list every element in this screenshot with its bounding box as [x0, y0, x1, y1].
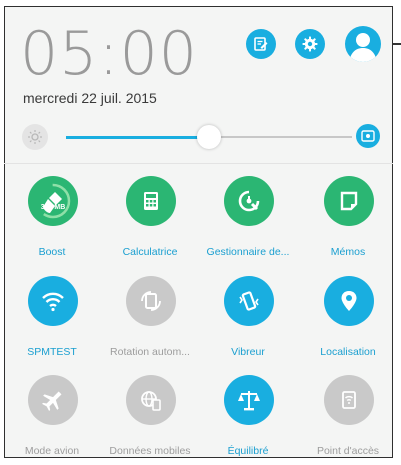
settings-button[interactable] — [295, 29, 325, 59]
vibrate-icon — [239, 291, 259, 311]
user-icon — [349, 33, 377, 62]
clock: 05:00 — [20, 19, 198, 89]
user-avatar[interactable] — [345, 26, 381, 62]
edit-icon — [254, 37, 268, 51]
tile-button[interactable] — [28, 276, 78, 326]
tile-label: SPMTEST — [27, 346, 77, 358]
tile-button[interactable] — [224, 375, 274, 425]
auto-brightness-icon — [361, 130, 375, 142]
tile-mobile-data[interactable]: Données mobiles — [102, 375, 198, 465]
tile-vibrate[interactable]: Vibreur — [200, 276, 296, 366]
auto-brightness-button[interactable] — [356, 124, 380, 148]
tile-label: Point d'accès — [316, 445, 380, 457]
mobile-data-icon — [141, 391, 161, 411]
task-manager-icon — [238, 190, 260, 212]
divider — [4, 163, 393, 164]
tile-button[interactable] — [224, 176, 274, 226]
tile-label: Mode avion — [24, 445, 80, 457]
edge-tick — [393, 43, 401, 45]
tile-hotspot[interactable]: Point d'accès — [300, 375, 396, 465]
tile-label: Gestionnaire de... — [206, 246, 290, 258]
location-icon — [341, 291, 357, 311]
brightness-track — [209, 136, 352, 138]
settings-icon — [302, 36, 318, 52]
tile-button[interactable]: 314 MB — [28, 176, 78, 226]
hotspot-icon — [342, 391, 356, 409]
tile-button[interactable] — [126, 176, 176, 226]
tile-task-manager[interactable]: Gestionnaire de... — [200, 176, 296, 266]
wifi-icon — [42, 292, 64, 312]
tile-label: Calculatrice — [122, 246, 178, 258]
tile-label: Rotation autom... — [110, 346, 190, 358]
tile-button[interactable] — [324, 176, 374, 226]
balance-icon — [238, 391, 260, 411]
tile-rotation[interactable]: Rotation autom... — [102, 276, 198, 366]
tile-location[interactable]: Localisation — [300, 276, 396, 366]
date-label: mercredi 22 juil. 2015 — [23, 90, 157, 106]
tile-label: Mémos — [330, 246, 366, 258]
boost-memory-badge: 314 MB — [40, 204, 66, 211]
tile-airplane[interactable]: Mode avion — [4, 375, 100, 465]
tile-label: Localisation — [320, 346, 376, 358]
brightness-thumb[interactable] — [197, 125, 221, 149]
brightness-slider[interactable] — [22, 124, 380, 150]
memo-icon — [340, 191, 358, 211]
tile-broom[interactable]: 314 MB Boost — [4, 176, 100, 266]
tile-label: Équilibré — [227, 445, 269, 457]
rotation-icon — [141, 291, 161, 311]
tile-label: Données mobiles — [109, 445, 191, 457]
broom-icon — [35, 183, 71, 219]
tile-button[interactable] — [224, 276, 274, 326]
tile-button[interactable] — [324, 375, 374, 425]
airplane-icon — [42, 391, 62, 411]
tile-balance[interactable]: Équilibré — [200, 375, 296, 465]
brightness-sun-icon — [22, 124, 48, 150]
tile-button[interactable] — [324, 276, 374, 326]
tile-button[interactable] — [28, 375, 78, 425]
tile-calculator[interactable]: Calculatrice — [102, 176, 198, 266]
tile-wifi[interactable]: SPMTEST — [4, 276, 100, 366]
tile-button[interactable] — [126, 276, 176, 326]
tile-label: Boost — [38, 246, 66, 258]
tile-button[interactable] — [126, 375, 176, 425]
brightness-track-fill — [66, 136, 209, 139]
tile-label: Vibreur — [231, 346, 265, 358]
calculator-icon — [144, 192, 158, 210]
edit-button[interactable] — [246, 29, 276, 59]
tile-memo[interactable]: Mémos — [300, 176, 396, 266]
